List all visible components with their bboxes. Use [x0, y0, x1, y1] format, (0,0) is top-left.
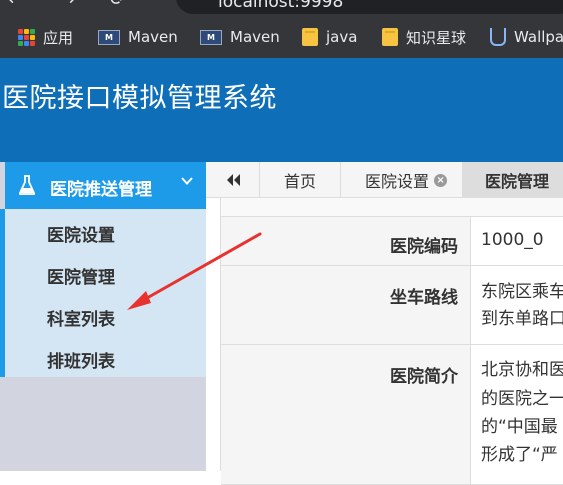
- folder-icon: [302, 28, 318, 46]
- bookmark-label: Maven: [230, 28, 280, 46]
- bookmark-label: Wallpa: [514, 28, 563, 46]
- maven-icon: M: [200, 29, 222, 45]
- field-value: 的“中国最: [481, 417, 558, 437]
- sidebar: 医院推送管理 医院设置 医院管理 科室列表 排班列表: [0, 162, 206, 471]
- forward-icon[interactable]: →: [60, 0, 75, 10]
- bookmark-label: 应用: [43, 28, 74, 47]
- tab-hospital-management[interactable]: 医院管理: [463, 162, 563, 198]
- tab-hospital-settings[interactable]: 医院设置 ×: [341, 162, 463, 198]
- flask-icon: [19, 175, 35, 195]
- tab-bar: 首页 医院设置 × 医院管理: [206, 162, 563, 198]
- bookmark-label: java: [326, 28, 358, 46]
- maven-icon: M: [98, 29, 120, 45]
- bookmark-apps[interactable]: 应用: [18, 22, 73, 52]
- chevron-down-icon[interactable]: [180, 174, 194, 188]
- detail-panel: 医院编码 1000_0 坐车路线 东院区乘车 到东单路口 医院简介 北京协和医 …: [206, 198, 563, 485]
- bookmark-wallpaper[interactable]: Wallpa: [490, 22, 563, 52]
- back-icon[interactable]: ←: [8, 0, 23, 10]
- app-title: 医院接口模拟管理系统: [2, 83, 277, 114]
- sidebar-item-department-list[interactable]: 科室列表: [47, 305, 115, 330]
- sidebar-item-hospital-settings[interactable]: 医院设置: [47, 221, 115, 246]
- field-value: 北京协和医: [481, 360, 563, 380]
- submenu: 医院设置 医院管理 科室列表 排班列表: [5, 209, 206, 377]
- bookmark-label: 知识星球: [406, 28, 467, 47]
- apps-grid-icon: [18, 28, 35, 46]
- field-value: 形成了“严: [481, 445, 558, 465]
- browser-chrome: ← → ⟳ localhost:9998 应用 M Maven M Maven …: [0, 0, 563, 58]
- menu-group-hospital-push[interactable]: 医院推送管理: [5, 162, 206, 209]
- field-label: 医院编码: [390, 237, 458, 257]
- bookmark-maven-1[interactable]: M Maven: [98, 22, 178, 52]
- bookmarks-bar: 应用 M Maven M Maven java 知识星球 Wallpa: [0, 22, 563, 52]
- bookmark-zsxq[interactable]: 知识星球: [382, 22, 466, 52]
- tab-scroll-left-button[interactable]: [206, 162, 260, 198]
- label-cell: 医院简介: [221, 345, 471, 485]
- label-cell: 医院编码: [221, 217, 471, 266]
- u-icon: [490, 28, 506, 46]
- reload-icon[interactable]: ⟳: [110, 0, 125, 10]
- app-header: 医院接口模拟管理系统: [0, 58, 563, 162]
- double-chevron-left-icon: [226, 174, 240, 186]
- bookmark-label: Maven: [128, 28, 178, 46]
- value-cell: 东院区乘车 到东单路口: [471, 266, 563, 345]
- field-value: 的医院之一: [481, 389, 563, 409]
- table-row: [221, 198, 563, 217]
- content-gutter: [206, 198, 221, 471]
- tab-home[interactable]: 首页: [260, 162, 341, 198]
- menu-group-label: 医院推送管理: [50, 180, 152, 200]
- value-cell: 1000_0: [471, 217, 563, 266]
- folder-icon: [382, 28, 398, 46]
- close-icon[interactable]: ×: [434, 173, 448, 187]
- field-value: 东院区乘车: [481, 282, 563, 302]
- label-cell: 坐车路线: [221, 266, 471, 345]
- tab-label: 医院管理: [485, 172, 550, 191]
- address-text[interactable]: localhost:9998: [218, 0, 343, 12]
- value-cell: 北京协和医 的医院之一 的“中国最 形成了“严: [471, 345, 563, 485]
- sidebar-item-hospital-management[interactable]: 医院管理: [47, 263, 115, 288]
- tab-label: 医院设置: [365, 172, 430, 191]
- sidebar-item-schedule-list[interactable]: 排班列表: [47, 347, 115, 372]
- field-label: 医院简介: [390, 367, 458, 387]
- bookmark-java[interactable]: java: [302, 22, 357, 52]
- tab-label: 首页: [283, 172, 316, 191]
- field-value: 1000_0: [481, 230, 544, 250]
- field-label: 坐车路线: [390, 288, 458, 308]
- bookmark-maven-2[interactable]: M Maven: [200, 22, 280, 52]
- field-value: 到东单路口: [481, 309, 563, 329]
